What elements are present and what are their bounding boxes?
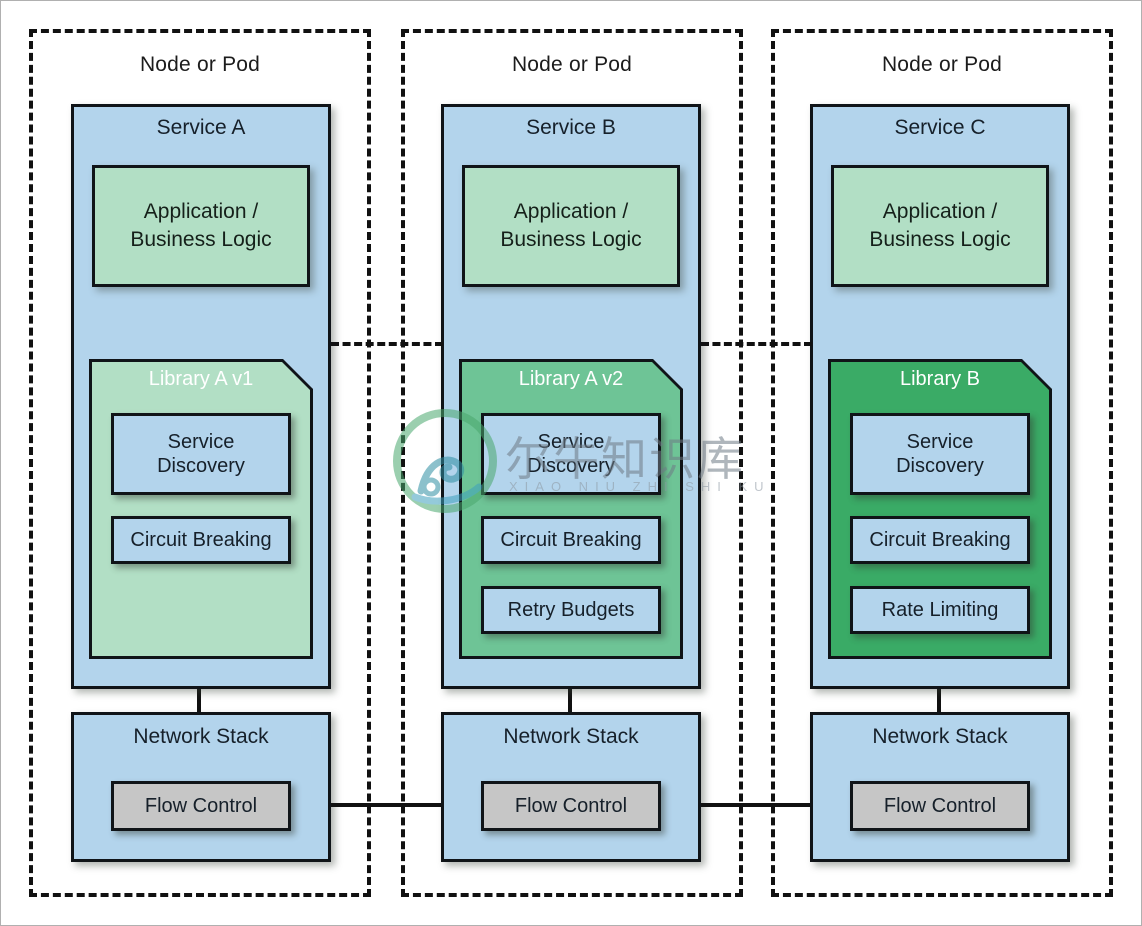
feature-label-line-2: Discovery bbox=[896, 455, 984, 477]
connector-service-netstack-1 bbox=[197, 688, 201, 712]
node-title-1: Node or Pod bbox=[139, 53, 261, 76]
node-boundary-link-2-3 bbox=[701, 342, 812, 346]
feature-rate-limiting-3[interactable]: Rate Limiting bbox=[850, 586, 1030, 634]
service-title-2: Service B bbox=[526, 116, 616, 139]
app-logic-line-2: Business Logic bbox=[869, 228, 1011, 251]
network-link-2-3 bbox=[701, 803, 810, 807]
application-business-logic-2[interactable]: Application / Business Logic bbox=[462, 165, 680, 287]
connector-service-netstack-3 bbox=[937, 688, 941, 712]
flow-control-label-2: Flow Control bbox=[514, 794, 628, 817]
network-stack-title-3: Network Stack bbox=[872, 725, 1008, 748]
library-card-1[interactable]: Library A v1 bbox=[89, 359, 313, 659]
app-logic-line-2: Business Logic bbox=[500, 228, 642, 251]
service-title-3: Service C bbox=[894, 116, 986, 139]
feature-circuit-breaking-2[interactable]: Circuit Breaking bbox=[481, 516, 661, 564]
library-fill-1 bbox=[92, 362, 310, 656]
app-logic-line-1: Application / bbox=[513, 200, 629, 224]
flow-control-label-3: Flow Control bbox=[883, 794, 997, 817]
architecture-diagram: Node or Pod Service A Application / Busi… bbox=[0, 0, 1142, 926]
network-link-1-2 bbox=[331, 803, 441, 807]
feature-label: Retry Budgets bbox=[507, 598, 635, 621]
feature-label-line-2: Discovery bbox=[527, 455, 615, 477]
feature-retry-budgets-2[interactable]: Retry Budgets bbox=[481, 586, 661, 634]
feature-label: Circuit Breaking bbox=[130, 528, 272, 551]
node-title-2: Node or Pod bbox=[511, 53, 633, 76]
application-business-logic-3[interactable]: Application / Business Logic bbox=[831, 165, 1049, 287]
flow-control-1[interactable]: Flow Control bbox=[111, 781, 291, 831]
feature-label-line-1: Service bbox=[167, 430, 235, 453]
feature-service-discovery-2[interactable]: Service Discovery bbox=[481, 413, 661, 495]
library-title-1: Library A v1 bbox=[148, 368, 254, 390]
feature-service-discovery-3[interactable]: Service Discovery bbox=[850, 413, 1030, 495]
feature-label-line-1: Service bbox=[906, 430, 974, 453]
flow-control-2[interactable]: Flow Control bbox=[481, 781, 661, 831]
library-title-2: Library A v2 bbox=[518, 368, 624, 390]
flow-control-label-1: Flow Control bbox=[144, 794, 258, 817]
feature-label: Rate Limiting bbox=[881, 598, 999, 621]
feature-circuit-breaking-3[interactable]: Circuit Breaking bbox=[850, 516, 1030, 564]
feature-label-line-1: Service bbox=[537, 430, 605, 453]
connector-service-netstack-2 bbox=[568, 688, 572, 712]
service-title-1: Service A bbox=[156, 116, 246, 139]
feature-service-discovery-1[interactable]: Service Discovery bbox=[111, 413, 291, 495]
feature-label: Circuit Breaking bbox=[869, 528, 1011, 551]
feature-label: Circuit Breaking bbox=[500, 528, 642, 551]
network-stack-title-1: Network Stack bbox=[133, 725, 269, 748]
application-business-logic-1[interactable]: Application / Business Logic bbox=[92, 165, 310, 287]
node-title-3: Node or Pod bbox=[881, 53, 1003, 76]
node-boundary-link-1-2 bbox=[331, 342, 443, 346]
network-stack-title-2: Network Stack bbox=[503, 725, 639, 748]
app-logic-line-1: Application / bbox=[143, 200, 259, 224]
library-title-3: Library B bbox=[899, 368, 981, 390]
app-logic-line-2: Business Logic bbox=[130, 228, 272, 251]
flow-control-3[interactable]: Flow Control bbox=[850, 781, 1030, 831]
feature-label-line-2: Discovery bbox=[157, 455, 245, 477]
app-logic-line-1: Application / bbox=[882, 200, 998, 224]
feature-circuit-breaking-1[interactable]: Circuit Breaking bbox=[111, 516, 291, 564]
